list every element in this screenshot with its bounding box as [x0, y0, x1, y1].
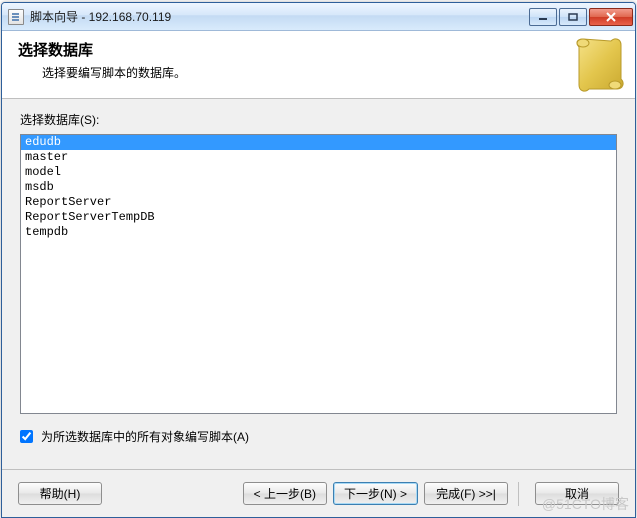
script-all-objects-checkbox[interactable] [20, 430, 33, 443]
minimize-button[interactable] [529, 8, 557, 26]
wizard-body: 选择数据库(S): edudbmastermodelmsdbReportServ… [2, 99, 635, 469]
help-button[interactable]: 帮助(H) [18, 482, 102, 505]
database-item[interactable]: ReportServerTempDB [21, 210, 616, 225]
database-item[interactable]: tempdb [21, 225, 616, 240]
database-list-label: 选择数据库(S): [20, 111, 617, 128]
database-item[interactable]: ReportServer [21, 195, 616, 210]
wizard-header: 选择数据库 选择要编写脚本的数据库。 [2, 31, 635, 99]
script-all-objects-row[interactable]: 为所选数据库中的所有对象编写脚本(A) [20, 428, 617, 445]
finish-button[interactable]: 完成(F) >>| [424, 482, 508, 505]
back-button[interactable]: < 上一步(B) [243, 482, 327, 505]
script-all-objects-label: 为所选数据库中的所有对象编写脚本(A) [41, 428, 249, 445]
next-button[interactable]: 下一步(N) > [333, 482, 418, 505]
page-subtitle: 选择要编写脚本的数据库。 [42, 64, 619, 81]
database-listbox[interactable]: edudbmastermodelmsdbReportServerReportSe… [20, 134, 617, 414]
database-item[interactable]: model [21, 165, 616, 180]
window-title: 脚本向导 - 192.168.70.119 [30, 8, 527, 25]
maximize-button[interactable] [559, 8, 587, 26]
database-item[interactable]: master [21, 150, 616, 165]
close-button[interactable] [589, 8, 633, 26]
window-controls [527, 8, 633, 26]
app-icon [8, 9, 24, 25]
database-item[interactable]: edudb [21, 135, 616, 150]
titlebar: 脚本向导 - 192.168.70.119 [2, 3, 635, 31]
page-title: 选择数据库 [18, 39, 619, 60]
wizard-window: 脚本向导 - 192.168.70.119 选择数据库 选择要编写脚本的数据库。 [1, 2, 636, 518]
separator [518, 482, 519, 506]
scroll-icon [569, 33, 629, 97]
cancel-button[interactable]: 取消 [535, 482, 619, 505]
button-bar: 帮助(H) < 上一步(B) 下一步(N) > 完成(F) >>| 取消 [2, 469, 635, 517]
database-item[interactable]: msdb [21, 180, 616, 195]
